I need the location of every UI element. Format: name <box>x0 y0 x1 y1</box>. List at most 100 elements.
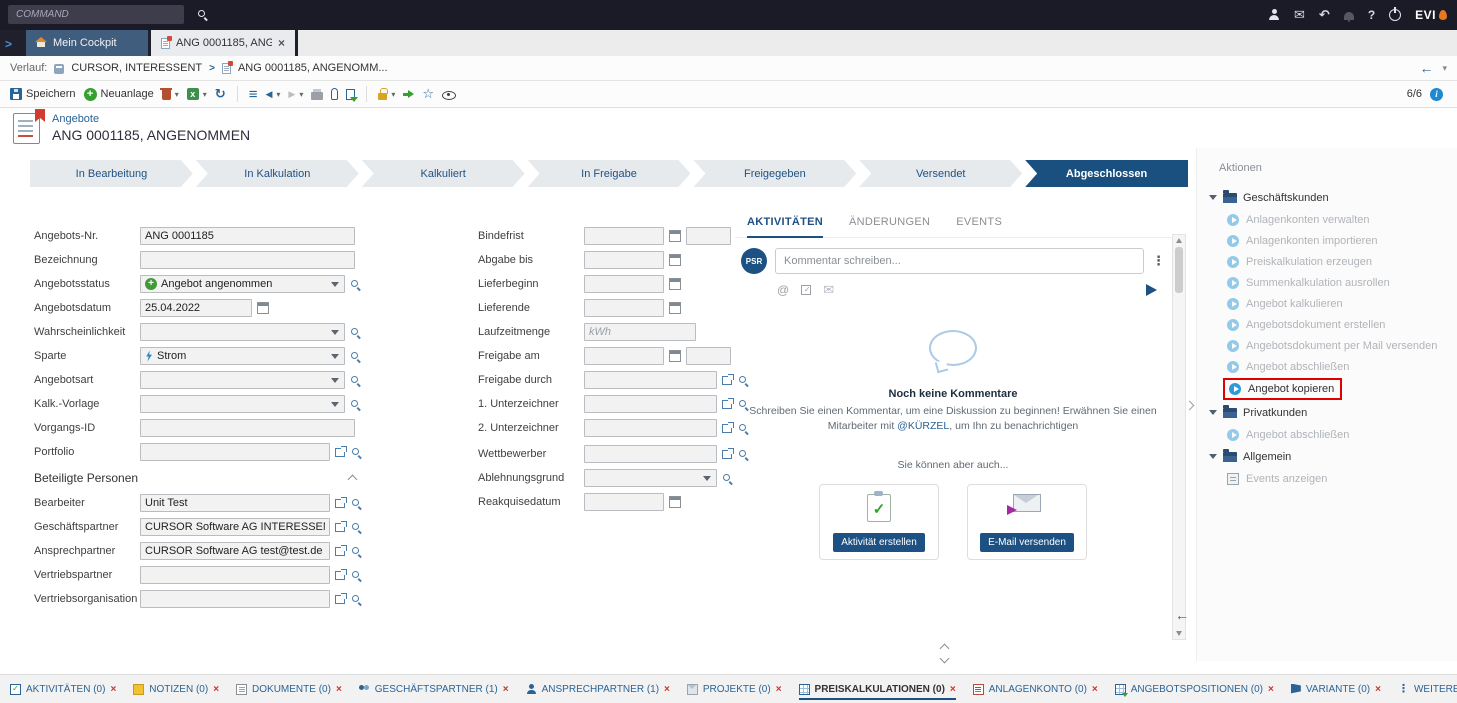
bearbeiter-input[interactable]: Unit Test <box>140 494 330 512</box>
search-icon[interactable] <box>351 498 362 509</box>
bottom-tab-variante[interactable]: VARIANTE (0) <box>1291 675 1381 703</box>
scroll-up-icon[interactable] <box>1176 238 1182 243</box>
close-tab-icon[interactable] <box>110 684 116 695</box>
freigabe-am-time-input[interactable] <box>686 347 731 365</box>
collapse-up-icon[interactable] <box>940 644 950 654</box>
power-icon[interactable] <box>1389 9 1401 21</box>
create-activity-card[interactable]: Aktivität erstellen <box>819 484 939 560</box>
tab-events[interactable]: EVENTS <box>956 216 1002 228</box>
vorgangs-id-input[interactable] <box>140 419 355 437</box>
workflow-step-freigegeben[interactable]: Freigegeben <box>693 160 856 187</box>
bottom-tab-aktivitaeten[interactable]: AKTIVITÄTEN (0) <box>10 675 116 703</box>
open-record-icon[interactable] <box>335 595 345 604</box>
send-email-button[interactable]: E-Mail versenden <box>980 533 1074 552</box>
comment-input[interactable] <box>775 248 1144 274</box>
open-record-icon[interactable] <box>335 523 345 532</box>
workflow-step-abgeschlossen[interactable]: Abgeschlossen <box>1025 160 1188 187</box>
open-record-icon[interactable] <box>722 400 732 409</box>
scrollbar-thumb[interactable] <box>1175 247 1183 293</box>
bottom-tab-notizen[interactable]: NOTIZEN (0) <box>133 675 219 703</box>
search-icon[interactable] <box>722 473 733 484</box>
new-button[interactable]: Neuanlage <box>84 88 154 101</box>
undo-icon[interactable] <box>1319 7 1330 23</box>
angebotsstatus-combo[interactable]: Angebot angenommen <box>140 275 345 293</box>
close-tab-icon[interactable] <box>1375 684 1381 695</box>
ansprechpartner-input[interactable]: CURSOR Software AG test@test.de CURS... <box>140 542 330 560</box>
chevron-down-icon[interactable] <box>331 354 340 359</box>
close-tab-icon[interactable] <box>278 37 285 50</box>
chevron-down-icon[interactable] <box>331 282 340 287</box>
calendar-icon[interactable] <box>669 254 681 266</box>
back-icon[interactable] <box>1419 61 1433 76</box>
open-record-icon[interactable] <box>335 547 345 556</box>
search-icon[interactable] <box>350 279 361 290</box>
comment-menu-icon[interactable] <box>1152 253 1165 269</box>
lieferende-input[interactable] <box>584 299 664 317</box>
close-tab-icon[interactable] <box>1092 684 1098 695</box>
bottom-tab-preiskalkulationen[interactable]: PREISKALKULATIONEN (0) <box>799 675 956 703</box>
actions-panel-collapse-icon[interactable] <box>1185 401 1195 411</box>
save-button[interactable]: Speichern <box>10 88 76 100</box>
task-icon[interactable] <box>801 285 811 295</box>
command-search-button[interactable] <box>190 5 214 24</box>
laufzeitmenge-input[interactable] <box>584 323 696 341</box>
user-icon[interactable] <box>1268 9 1280 21</box>
bottom-tab-projekte[interactable]: PROJEKTE (0) <box>687 675 782 703</box>
group-geschaeftskunden[interactable]: Geschäftskunden <box>1209 186 1457 209</box>
chevron-down-icon[interactable] <box>203 89 207 100</box>
search-icon[interactable] <box>351 594 362 605</box>
send-icon[interactable] <box>1146 284 1157 296</box>
close-tab-icon[interactable] <box>213 684 219 695</box>
prev-record-button[interactable] <box>265 89 280 100</box>
tab-aenderungen[interactable]: ÄNDERUNGEN <box>849 216 930 228</box>
attachment-button[interactable] <box>331 88 338 100</box>
tab-mein-cockpit[interactable]: Mein Cockpit <box>26 30 148 56</box>
unterzeichner-2-input[interactable] <box>584 419 717 437</box>
search-icon[interactable] <box>351 522 362 533</box>
bottom-tab-geschaeftspartner[interactable]: GESCHÄFTSPARTNER (1) <box>359 675 509 703</box>
search-icon[interactable] <box>351 546 362 557</box>
help-icon[interactable] <box>1368 7 1375 23</box>
chevron-down-icon[interactable] <box>331 378 340 383</box>
close-tab-icon[interactable] <box>336 684 342 695</box>
search-icon[interactable] <box>351 447 362 458</box>
delete-button[interactable] <box>162 88 179 100</box>
search-icon[interactable] <box>350 399 361 410</box>
open-record-icon[interactable] <box>335 448 345 457</box>
group-allgemein[interactable]: Allgemein <box>1209 445 1457 468</box>
create-activity-button[interactable]: Aktivität erstellen <box>833 533 925 552</box>
workflow-step-versendet[interactable]: Versendet <box>859 160 1022 187</box>
action-angebot-kopieren[interactable]: Angebot kopieren <box>1229 380 1334 398</box>
collapse-section-icon[interactable] <box>348 475 358 485</box>
export-button[interactable] <box>187 88 207 100</box>
collapse-group-icon[interactable] <box>1209 410 1217 415</box>
close-tab-icon[interactable] <box>1268 684 1274 695</box>
reakquisedatum-input[interactable] <box>584 493 664 511</box>
freigabe-durch-input[interactable] <box>584 371 717 389</box>
collapse-down-icon[interactable] <box>940 654 950 664</box>
workflow-step-in-freigabe[interactable]: In Freigabe <box>528 160 691 187</box>
wettbewerber-input[interactable] <box>584 445 717 463</box>
print-button[interactable] <box>311 89 323 100</box>
angebotsdatum-input[interactable]: 25.04.2022 <box>140 299 252 317</box>
workflow-step-in-bearbeitung[interactable]: In Bearbeitung <box>30 160 193 187</box>
mail-icon[interactable] <box>1294 7 1305 23</box>
favorite-button[interactable] <box>422 87 434 101</box>
workflow-step-in-kalkulation[interactable]: In Kalkulation <box>196 160 359 187</box>
collapse-group-icon[interactable] <box>1209 454 1217 459</box>
abgabe-bis-input[interactable] <box>584 251 664 269</box>
freigabe-am-date-input[interactable] <box>584 347 664 365</box>
send-email-card[interactable]: E-Mail versenden <box>967 484 1087 560</box>
vertriebsorganisation-input[interactable] <box>140 590 330 608</box>
open-record-icon[interactable] <box>722 424 732 433</box>
scroll-left-icon[interactable] <box>1175 608 1189 623</box>
geschaeftspartner-input[interactable]: CURSOR Software AG INTERESSENT <box>140 518 330 536</box>
chevron-down-icon[interactable] <box>175 89 179 100</box>
bindefrist-date-input[interactable] <box>584 227 664 245</box>
section-beteiligte-personen[interactable]: Beteiligte Personen <box>34 471 356 485</box>
chevron-down-icon[interactable] <box>1442 63 1447 74</box>
chevron-down-icon[interactable] <box>331 402 340 407</box>
calendar-icon[interactable] <box>669 496 681 508</box>
kalk-vorlage-combo[interactable] <box>140 395 345 413</box>
chevron-down-icon[interactable] <box>391 89 395 100</box>
